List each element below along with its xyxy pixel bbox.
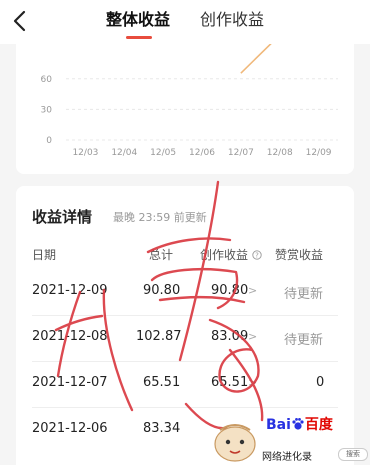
row-reward: 0 [316,375,325,390]
chevron-right-icon[interactable]: > [248,330,257,343]
column-header-creation: 创作收益 ? [200,246,262,263]
row-creation: 65.51 [211,375,249,390]
y-tick-label: 0 [46,136,52,146]
column-header-reward: 赞赏收益 [275,248,324,262]
column-header-creation-label: 创作收益 [200,248,249,262]
x-tick-label: 12/08 [267,148,293,158]
row-total: 102.87 [136,329,182,344]
y-tick-label: 30 [41,105,53,115]
earnings-line-chart: 0 30 60 12/03 12/04 12/05 12/06 12/07 12/08 12/09 [41,44,338,158]
top-nav-bar: 整体收益 创作收益 [0,0,370,44]
baidu-watermark: Bai 百度 网络进化录 搜索 [210,414,370,465]
watermark-account-name: 网络进化录 [260,448,314,463]
x-tick-label: 12/05 [150,148,176,158]
column-header-total: 总计 [149,248,174,262]
x-tick-label: 12/03 [72,148,98,158]
table-row[interactable]: 2021-12-07 65.51 65.51 > 0 [16,362,354,408]
update-note: 最晚 23:59 前更新 [113,211,207,224]
row-total: 90.80 [143,283,181,298]
tab-creation-earnings[interactable]: 创作收益 [200,10,264,30]
row-reward: 待更新 [284,333,324,348]
baidu-logo-du: 百度 [304,417,333,433]
x-tick-label: 12/04 [111,148,137,158]
paw-icon [292,418,304,430]
chevron-right-icon[interactable]: > [248,284,257,297]
watermark-search-button[interactable]: 搜索 [338,448,368,461]
baidu-logo-bai: Bai [266,417,291,433]
x-tick-label: 12/06 [189,148,215,158]
row-reward: 待更新 [284,287,324,302]
row-total: 65.51 [143,375,181,390]
x-tick-label: 12/09 [306,148,332,158]
row-date: 2021-12-08 [32,329,108,344]
svg-text:?: ? [255,252,259,260]
column-header-date: 日期 [32,248,57,262]
row-date: 2021-12-06 [32,421,108,436]
series-line [240,44,272,74]
detail-title: 收益详情 [32,208,93,226]
x-tick-label: 12/07 [228,148,254,158]
mascot-icon [214,424,256,462]
tab-overall-earnings[interactable]: 整体收益 [106,10,170,30]
earnings-chart-card: 0 30 60 12/03 12/04 12/05 12/06 12/07 12/08 12/09 [16,44,354,174]
back-arrow-icon[interactable] [8,8,34,34]
row-date: 2021-12-09 [32,283,108,298]
table-row[interactable]: 2021-12-08 102.87 83.09 > 待更新 [16,316,354,362]
active-tab-indicator [126,36,152,39]
row-creation: 90.80 [211,283,249,298]
baidu-logo: Bai 百度 [266,414,333,434]
y-tick-label: 60 [41,75,53,85]
help-icon[interactable]: ? [252,250,262,260]
row-total: 83.34 [143,421,181,436]
table-row[interactable]: 2021-12-09 90.80 90.80 > 待更新 [16,270,354,316]
row-date: 2021-12-07 [32,375,108,390]
row-creation: 83.09 [211,329,249,344]
chevron-right-icon[interactable]: > [248,376,257,389]
